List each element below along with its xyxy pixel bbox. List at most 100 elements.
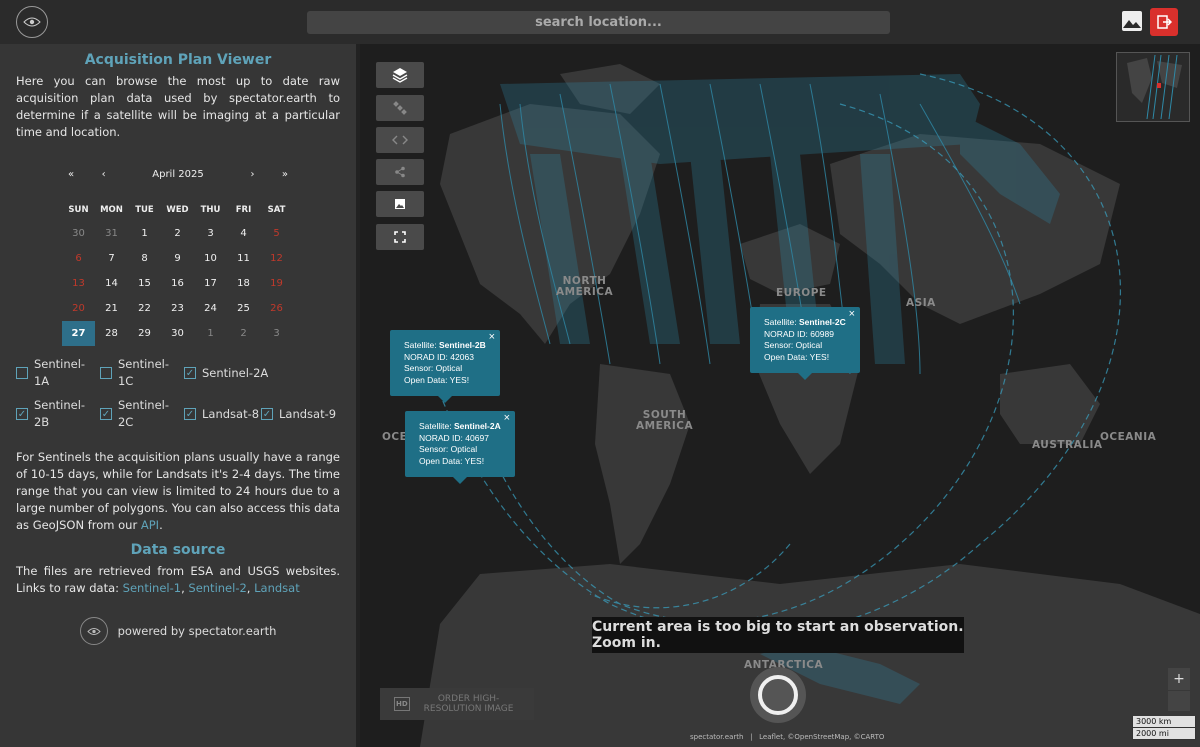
next-month-button[interactable]: ›: [250, 166, 254, 183]
image-button[interactable]: [376, 191, 424, 217]
calendar-day[interactable]: 17: [194, 271, 227, 296]
satellite-checkbox-sentinel-1c[interactable]: Sentinel-1C: [100, 356, 184, 390]
satellite-icon: [393, 101, 407, 115]
sentinel-2-link[interactable]: Sentinel-2: [188, 581, 246, 595]
weekday-header: TUE: [135, 205, 154, 215]
calendar-day[interactable]: 14: [95, 271, 128, 296]
popup-satellite: Satellite: Sentinel-2B: [404, 340, 486, 352]
prev-year-button[interactable]: «: [68, 166, 74, 183]
map-attribution: spectator.earth | Leaflet, ©OpenStreetMa…: [690, 733, 885, 741]
calendar-day-selected[interactable]: 27: [62, 321, 95, 346]
calendar-day[interactable]: 2: [161, 221, 194, 246]
checkbox-checked-icon[interactable]: ✓: [184, 367, 196, 379]
datasource-title: Data source: [130, 542, 226, 558]
scale-bar: 3000 km 2000 mi: [1132, 716, 1196, 740]
spectator-logo-icon[interactable]: [16, 6, 48, 38]
search-location-input[interactable]: [307, 11, 890, 34]
zoom-out-button[interactable]: [1168, 691, 1190, 711]
sentinel-1-link[interactable]: Sentinel-1: [123, 581, 181, 595]
checkbox-checked-icon[interactable]: ✓: [261, 408, 273, 420]
calendar-day[interactable]: 18: [227, 271, 260, 296]
checkbox-checked-icon[interactable]: ✓: [184, 408, 196, 420]
calendar-day[interactable]: 26: [260, 296, 293, 321]
calendar-day[interactable]: 2: [227, 321, 260, 346]
popup-satellite: Satellite: Sentinel-2A: [419, 421, 501, 433]
satellite-checkbox-sentinel-1a[interactable]: Sentinel-1A: [16, 356, 100, 390]
popup-open-data: Open Data: YES!: [419, 455, 485, 466]
popup-close-button[interactable]: ×: [504, 412, 510, 425]
calendar-day[interactable]: 7: [95, 246, 128, 271]
checkbox-checked-icon[interactable]: ✓: [16, 408, 28, 420]
prev-month-button[interactable]: ‹: [102, 166, 106, 183]
scale-km: 3000 km: [1132, 716, 1196, 728]
next-year-button[interactable]: »: [282, 166, 288, 183]
calendar-day[interactable]: 29: [128, 321, 161, 346]
popup-close-button[interactable]: ×: [489, 331, 495, 344]
calendar-day[interactable]: 19: [260, 271, 293, 296]
popup-satellite: Satellite: Sentinel-2C: [764, 317, 846, 329]
satellite-button[interactable]: [376, 95, 424, 121]
calendar-day[interactable]: 3: [194, 221, 227, 246]
layers-icon: [392, 68, 408, 83]
calendar-day[interactable]: 8: [128, 246, 161, 271]
ring-icon: [758, 675, 798, 715]
image-icon: [395, 199, 405, 209]
calendar-day[interactable]: 21: [95, 296, 128, 321]
calendar-day[interactable]: 15: [128, 271, 161, 296]
calendar-day[interactable]: 4: [227, 221, 260, 246]
weekday-header: SUN: [68, 205, 89, 215]
month-label[interactable]: April 2025: [133, 166, 223, 183]
embed-code-button[interactable]: [376, 127, 424, 153]
popup-sensor: Sensor: Optical: [764, 340, 823, 350]
calendar-day[interactable]: 1: [194, 321, 227, 346]
calendar-day[interactable]: 10: [194, 246, 227, 271]
order-high-resolution-button[interactable]: HD ORDER HIGH- RESOLUTION IMAGE: [380, 688, 534, 720]
calendar-day[interactable]: 12: [260, 246, 293, 271]
fullscreen-button[interactable]: [376, 224, 424, 250]
calendar-day[interactable]: 30: [161, 321, 194, 346]
calendar-day[interactable]: 3: [260, 321, 293, 346]
satellite-checkbox-sentinel-2a[interactable]: ✓ Sentinel-2A: [184, 356, 274, 390]
checkbox-empty-icon[interactable]: [16, 367, 28, 379]
popup-open-data: Open Data: YES!: [764, 351, 830, 362]
calendar-day[interactable]: 16: [161, 271, 194, 296]
calendar-day[interactable]: 22: [128, 296, 161, 321]
map[interactable]: NORTH AMERICA SOUTH AMERICA EUROPE ASIA …: [360, 44, 1200, 747]
calendar-day[interactable]: 5: [260, 221, 293, 246]
zoom-in-button[interactable]: +: [1168, 668, 1190, 690]
satellite-checkbox-sentinel-2c[interactable]: ✓ Sentinel-2C: [100, 397, 184, 431]
checkbox-checked-icon[interactable]: ✓: [100, 408, 112, 420]
calendar-day[interactable]: 24: [194, 296, 227, 321]
calendar-day[interactable]: 11: [227, 246, 260, 271]
checkbox-empty-icon[interactable]: [100, 367, 112, 379]
popup-satellite-name: Sentinel-2B: [438, 340, 486, 350]
calendar-day[interactable]: 25: [227, 296, 260, 321]
satellite-checkbox-landsat-9[interactable]: ✓ Landsat-9: [261, 397, 341, 431]
calendar-day[interactable]: 23: [161, 296, 194, 321]
calendar-day[interactable]: 31: [95, 221, 128, 246]
satellite-label: Sentinel-1C: [117, 357, 170, 388]
popup-close-button[interactable]: ×: [849, 308, 855, 321]
satellite-checkbox-sentinel-2b[interactable]: ✓ Sentinel-2B: [16, 397, 100, 431]
calendar-day[interactable]: 1: [128, 221, 161, 246]
calendar-day[interactable]: 13: [62, 271, 95, 296]
satellite-checkbox-landsat-8[interactable]: ✓ Landsat-8: [184, 397, 261, 431]
observe-button[interactable]: [750, 667, 806, 723]
fullscreen-icon: [394, 231, 406, 243]
minimap[interactable]: [1116, 52, 1190, 122]
landsat-link[interactable]: Landsat: [254, 581, 300, 595]
calendar-day[interactable]: 28: [95, 321, 128, 346]
image-gallery-icon[interactable]: [1120, 9, 1144, 33]
api-link[interactable]: API: [141, 518, 159, 532]
spectator-eye-icon[interactable]: [79, 617, 108, 645]
calendar-day[interactable]: 30: [62, 221, 95, 246]
sidebar-title: Acquisition Plan Viewer: [84, 52, 272, 68]
calendar-day[interactable]: 9: [161, 246, 194, 271]
calendar-day[interactable]: 20: [62, 296, 95, 321]
share-button[interactable]: [376, 159, 424, 185]
layers-button[interactable]: [376, 62, 424, 88]
satellite-checkboxes-row2: ✓ Sentinel-2B ✓ Sentinel-2C ✓ Landsat-8 ✓ Lands…: [16, 397, 340, 431]
calendar-day[interactable]: 6: [62, 246, 95, 271]
satellite-label: Landsat-9: [279, 406, 337, 421]
logout-button[interactable]: [1150, 8, 1178, 36]
